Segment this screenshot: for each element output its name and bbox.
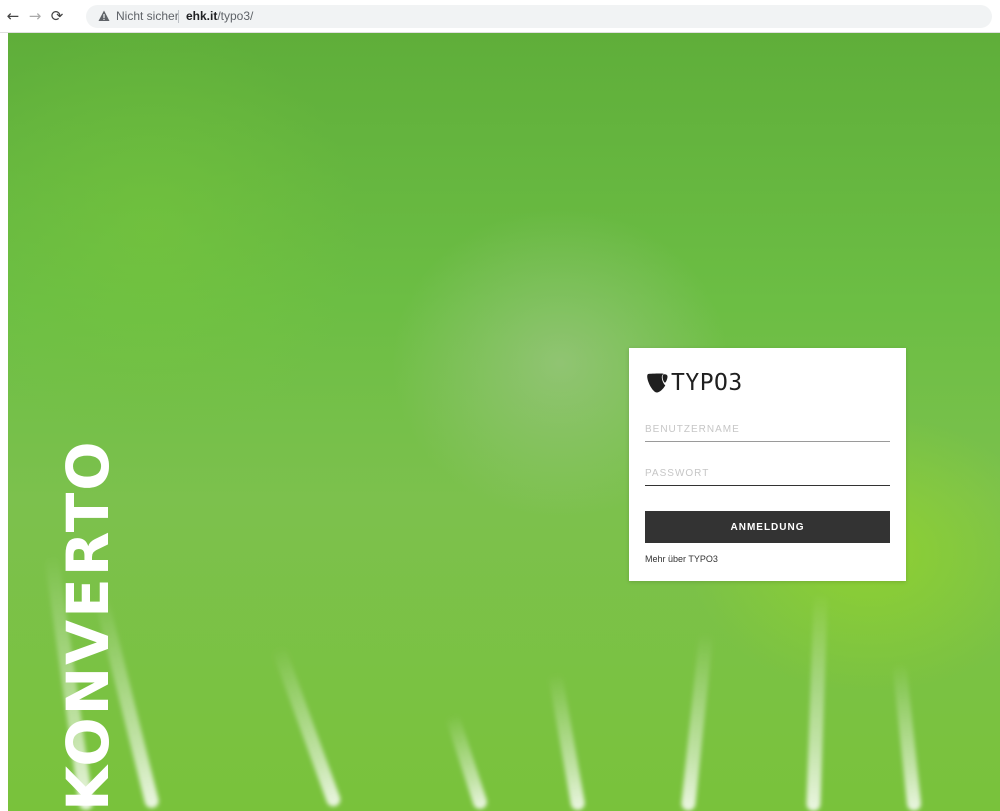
login-button[interactable]: ANMELDUNG: [645, 511, 890, 543]
page-edge: [0, 33, 8, 811]
typo3-mark-icon: [647, 373, 668, 393]
password-field[interactable]: [645, 462, 890, 486]
brand-name: KONVERTO: [54, 439, 122, 811]
konverto-logo: KONVERTO: [26, 345, 122, 811]
grass-streak: [806, 592, 828, 811]
forward-arrow-icon[interactable]: →: [28, 9, 42, 24]
grass-streak: [271, 645, 343, 809]
url-text[interactable]: ehk.it/typo3/: [186, 9, 253, 24]
browser-toolbar: ← → ⟳ Nicht sicher ehk.it/typo3/: [0, 0, 1000, 33]
grass-streak: [548, 672, 586, 811]
grass-streak: [680, 632, 714, 811]
typo3-wordmark: TYPO3: [671, 370, 743, 396]
back-arrow-icon[interactable]: ←: [6, 9, 20, 24]
url-host: ehk.it: [186, 9, 218, 23]
username-field[interactable]: [645, 418, 890, 442]
typo3-logo: TYPO3: [645, 370, 743, 396]
address-divider: [178, 10, 179, 23]
url-path: /typo3/: [217, 9, 254, 23]
address-bar[interactable]: Nicht sicher ehk.it/typo3/: [86, 5, 992, 28]
grass-streak: [892, 662, 922, 811]
warning-triangle-icon[interactable]: [98, 10, 110, 22]
grass-streak: [445, 713, 489, 811]
login-card: TYPO3 ANMELDUNG Mehr über TYPO3: [629, 348, 906, 581]
security-status-label[interactable]: Nicht sicher: [116, 9, 179, 24]
more-about-typo3-link[interactable]: Mehr über TYPO3: [645, 554, 718, 564]
reload-icon[interactable]: ⟳: [50, 9, 64, 24]
